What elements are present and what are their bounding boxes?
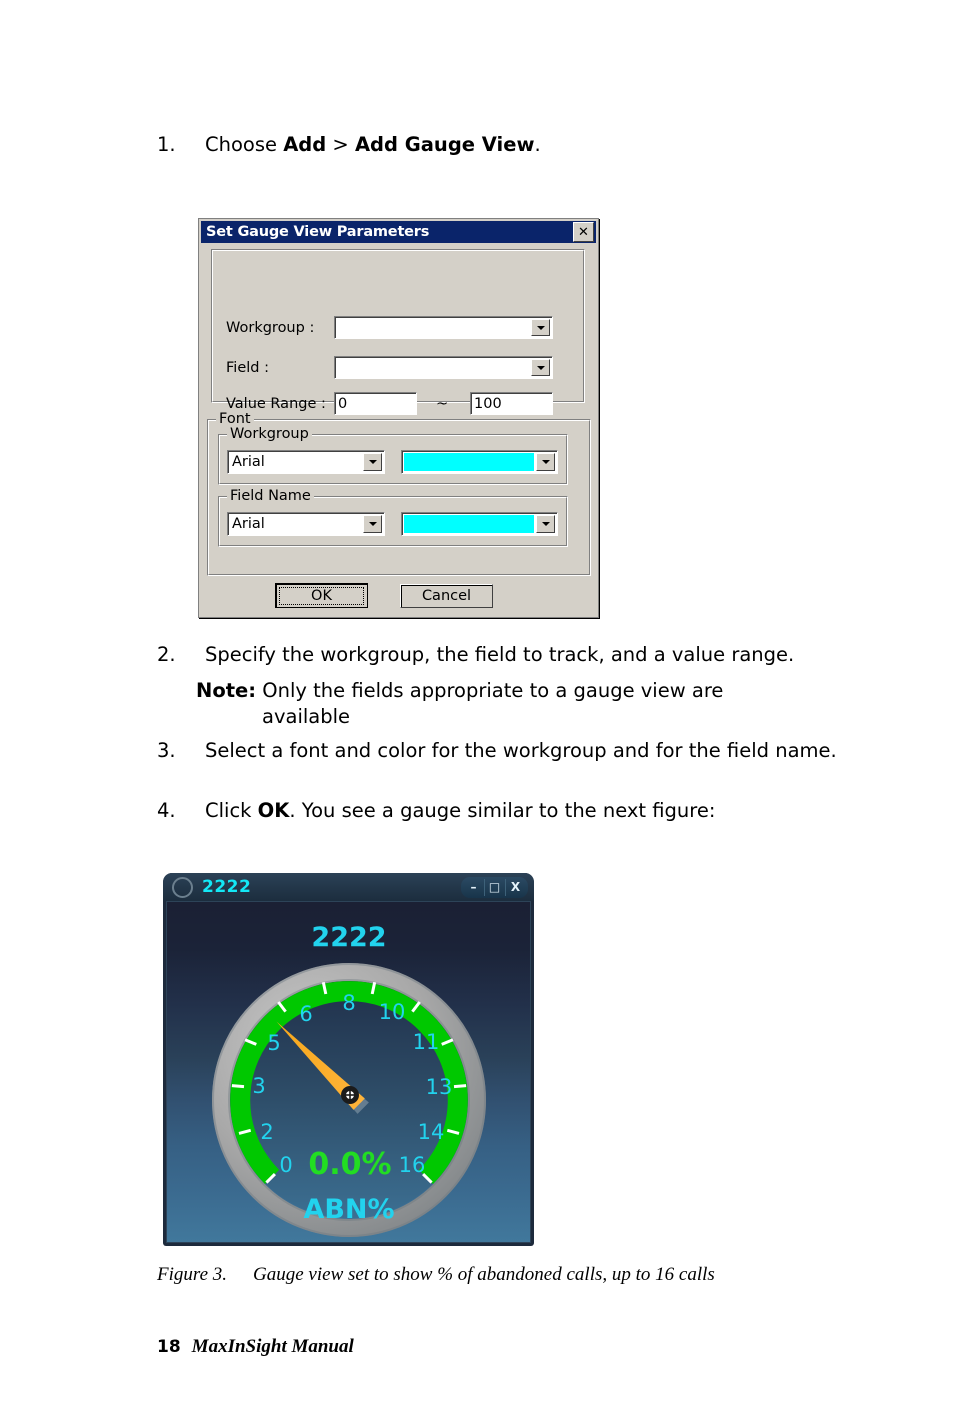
- step-text-run: .: [534, 133, 541, 156]
- workgroup-select[interactable]: [334, 316, 553, 339]
- maximize-icon[interactable]: □: [484, 878, 504, 896]
- gauge-tick-label-8: 13: [426, 1075, 453, 1099]
- gauge-tick-label-2: 3: [252, 1074, 265, 1098]
- page-number: 18: [157, 1337, 181, 1357]
- step-text-run: >: [326, 133, 355, 156]
- window-controls[interactable]: – □ X: [461, 876, 528, 898]
- font-field-name-subgroup: Field Name Arial: [218, 488, 568, 547]
- field-label: Field :: [226, 360, 269, 376]
- note-label: Note:: [196, 679, 257, 702]
- step-number: 2.: [157, 643, 176, 666]
- chevron-down-icon[interactable]: [531, 359, 550, 376]
- step-text-emphasis: OK: [257, 799, 290, 822]
- gauge-field-label: ABN%: [303, 1194, 394, 1225]
- workgroup-color-swatch: [404, 453, 534, 471]
- field-name-font-select[interactable]: Arial: [227, 512, 385, 536]
- chevron-down-icon[interactable]: [531, 319, 550, 336]
- dialog-titlebar[interactable]: Set Gauge View Parameters ✕: [201, 221, 596, 243]
- list-item-step-1: 1. Choose Add > Add Gauge View.: [157, 132, 857, 158]
- step-text-emphasis: Add: [283, 133, 327, 156]
- list-item-step-3: 3. Select a font and color for the workg…: [157, 738, 837, 764]
- step-text-run: Click: [205, 799, 258, 822]
- font-field-name-label: Field Name: [227, 488, 314, 504]
- value-range-separator: ~: [436, 396, 449, 412]
- gauge-tick-label-9: 14: [418, 1120, 445, 1144]
- step-number: 3.: [157, 739, 176, 762]
- gauge-window-title: 2222: [202, 877, 252, 897]
- chevron-down-icon[interactable]: [363, 515, 382, 533]
- workgroup-color-select[interactable]: [401, 450, 558, 474]
- step-text: Select a font and color for the workgrou…: [205, 738, 837, 764]
- gauge-tick-label-0: 0: [279, 1153, 292, 1177]
- list-item-step-2: 2. Specify the workgroup, the field to t…: [157, 642, 877, 668]
- gauge-tick-label-4: 6: [299, 1002, 312, 1026]
- step-text: Choose Add > Add Gauge View.: [205, 132, 857, 158]
- workgroup-label: Workgroup :: [226, 320, 315, 336]
- font-workgroup-label: Workgroup: [227, 426, 312, 442]
- value-range-label: Value Range :: [226, 396, 326, 412]
- gauge-tick-label-7: 11: [413, 1030, 440, 1054]
- workgroup-value: [335, 317, 531, 338]
- chevron-down-icon[interactable]: [536, 515, 555, 533]
- gauge-tick-label-5: 8: [342, 991, 355, 1015]
- field-name-color-swatch: [404, 515, 534, 533]
- list-item-step-4: 4. Click OK. You see a gauge similar to …: [157, 798, 877, 824]
- step-text: Specify the workgroup, the field to trac…: [205, 642, 877, 668]
- page-footer: 18 MaxInSight Manual: [157, 1336, 354, 1358]
- step-text: Click OK. You see a gauge similar to the…: [205, 798, 877, 824]
- gauge-tick-label-1: 2: [260, 1120, 273, 1144]
- gauge-title: 2222: [311, 922, 386, 953]
- gauge-window-titlebar[interactable]: 2222 – □ X: [163, 873, 534, 901]
- font-group: Font Workgroup Arial Field Name Arial: [207, 411, 591, 576]
- gauge-view-window[interactable]: 2222 – □ X 2222 0 2 3 5 6 8 10 11 13 14 …: [163, 873, 534, 1246]
- field-select[interactable]: [334, 356, 553, 379]
- figure-number: Figure 3.: [157, 1264, 228, 1285]
- value-range-min-input[interactable]: 0: [334, 392, 417, 415]
- step-text-run: Select a font and color for the workgrou…: [205, 739, 837, 762]
- gauge-value-text: 0.0%: [308, 1147, 391, 1182]
- step-text-run: Specify the workgroup, the field to trac…: [205, 643, 795, 666]
- note-line-1: Only the fields appropriate to a gauge v…: [256, 679, 724, 702]
- step-text-emphasis: Add Gauge View: [354, 133, 535, 156]
- note-line-2: available: [262, 705, 351, 729]
- step-text-run: . You see a gauge similar to the next fi…: [289, 799, 716, 822]
- font-workgroup-subgroup: Workgroup Arial: [218, 426, 568, 485]
- workgroup-row: Workgroup :: [226, 320, 336, 336]
- document-title: MaxInSight Manual: [191, 1336, 354, 1357]
- gauge-graphic: 2222 0 2 3 5 6 8 10 11 13 14 16 0.0% ABN…: [212, 922, 486, 1237]
- set-gauge-view-parameters-dialog[interactable]: Set Gauge View Parameters ✕ Workgroup : …: [198, 218, 599, 618]
- font-group-label: Font: [216, 411, 254, 427]
- parameters-panel: Workgroup : Field : Value Range : 0 ~ 10…: [211, 249, 585, 415]
- gauge-tick-label-3: 5: [267, 1031, 280, 1055]
- figure-caption: Figure 3. Gauge view set to show % of aba…: [157, 1264, 715, 1286]
- step-text-run: Choose: [205, 133, 284, 156]
- field-value: [335, 357, 531, 378]
- step-number: 4.: [157, 799, 176, 822]
- dialog-title: Set Gauge View Parameters: [206, 224, 430, 240]
- value-range-max-input[interactable]: 100: [470, 392, 553, 415]
- gauge-tick-label-10: 16: [399, 1153, 426, 1177]
- value-range-row: Value Range :: [226, 396, 336, 412]
- ok-button-label: OK: [279, 586, 364, 605]
- figure-caption-text: Gauge view set to show % of abandoned ca…: [253, 1264, 715, 1285]
- cancel-button[interactable]: Cancel: [400, 584, 493, 608]
- gauge-tick-label-6: 10: [379, 1000, 406, 1024]
- minimize-icon[interactable]: –: [464, 879, 483, 896]
- chevron-down-icon[interactable]: [536, 453, 555, 471]
- close-icon[interactable]: ✕: [573, 222, 594, 242]
- chevron-down-icon[interactable]: [363, 453, 382, 471]
- circle-icon: [172, 876, 193, 898]
- field-name-color-select[interactable]: [401, 512, 558, 536]
- note-block: Note: Only the fields appropriate to a g…: [196, 678, 876, 731]
- gauge-canvas: 2222 0 2 3 5 6 8 10 11 13 14 16 0.0% ABN…: [166, 901, 531, 1243]
- workgroup-font-value: Arial: [232, 454, 265, 470]
- close-icon[interactable]: X: [505, 878, 525, 896]
- workgroup-font-select[interactable]: Arial: [227, 450, 385, 474]
- field-row: Field :: [226, 360, 336, 376]
- ok-button[interactable]: OK: [275, 583, 368, 608]
- step-number: 1.: [157, 133, 176, 156]
- field-name-font-value: Arial: [232, 516, 265, 532]
